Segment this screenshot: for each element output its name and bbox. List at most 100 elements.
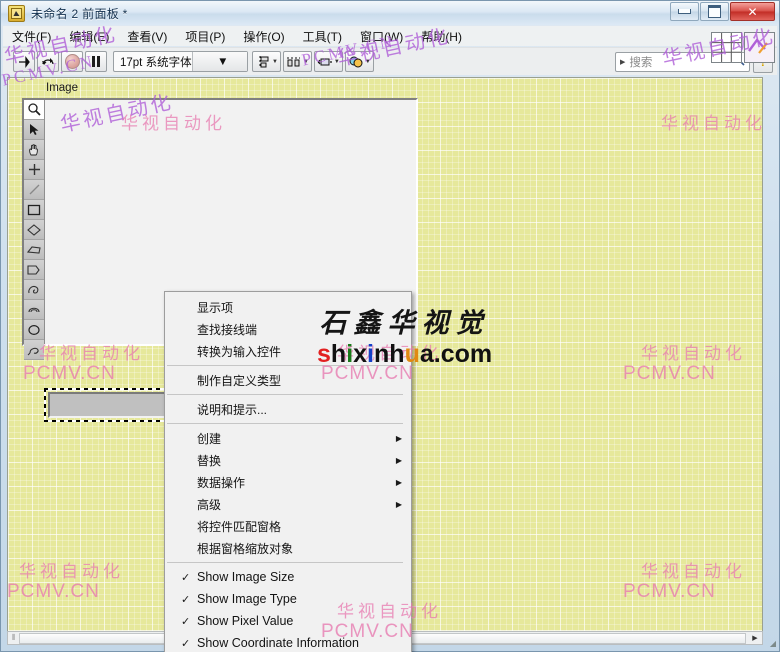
menu-separator [167,394,403,395]
tool-freehand[interactable] [24,280,44,300]
tool-zoom[interactable] [24,100,44,120]
chevron-right-icon[interactable]: ▶ [616,58,629,66]
toolbar: 17pt 系统字体 ▼ ▼ ▼ ▼ ▼ ▶ 搜索 [3,47,777,75]
context-menu[interactable]: 显示项 查找接线端 转换为输入控件 制作自定义类型 说明和提示... 创建 ▶ [164,291,412,652]
resize-grip[interactable]: ◢ [770,639,776,648]
chevron-down-icon[interactable]: ▼ [303,59,309,65]
chevron-down-icon[interactable]: ▼ [191,52,247,71]
menu-separator [167,365,403,366]
menu-item-label: 高级 [197,497,222,512]
scroll-right-button[interactable]: ▶ [748,634,762,642]
menu-item-label: Show Pixel Value [197,614,294,628]
window-controls: ✕ [670,2,775,21]
tool-line[interactable] [24,180,44,200]
menu-item-advanced[interactable]: 高级 ▶ [165,493,411,515]
menu-item-label: 创建 [197,431,222,446]
freehand-icon [28,285,39,294]
menu-item-replace[interactable]: 替换 ▶ [165,449,411,471]
check-icon: ✓ [181,615,191,628]
distribute-objects-button[interactable]: ▼ [282,51,312,72]
tool-point[interactable] [24,160,44,180]
submenu-arrow-icon: ▶ [395,477,402,487]
menu-item-make-typedef[interactable]: 制作自定义类型 [165,369,411,391]
menu-item-show-items[interactable]: 显示项 [165,296,411,318]
chevron-down-icon[interactable]: ▼ [272,59,278,65]
font-selector[interactable]: 17pt 系统字体 ▼ [113,51,248,72]
menu-item-create[interactable]: 创建 ▶ [165,427,411,449]
menu-item-change-to-control[interactable]: 转换为输入控件 [165,340,411,362]
title-bar: 未命名 2 前面板 * ✕ [1,1,779,25]
abort-execution-icon [64,54,80,69]
menu-edit[interactable]: 编辑(E) [60,26,118,47]
menu-item-fit-control-to-pane[interactable]: 将控件匹配窗格 [165,515,411,537]
submenu-arrow-icon: ▶ [395,433,402,443]
tool-oval[interactable] [24,320,44,340]
close-button[interactable]: ✕ [730,2,775,21]
scrollbar-grip[interactable]: ⦀ [8,633,17,643]
line-icon [29,184,39,195]
rotated-rectangle-icon [27,347,39,355]
tool-pan[interactable] [24,140,44,160]
menu-view[interactable]: 查看(V) [118,26,176,47]
menu-item-show-pixel-value[interactable]: ✓ Show Pixel Value [165,610,411,632]
tool-diamond[interactable] [24,220,44,240]
tool-select[interactable] [24,120,44,140]
menu-item-label: 转换为输入控件 [197,344,282,359]
tool-broken-line[interactable] [24,260,44,280]
crosshair-icon [28,164,40,175]
labview-front-panel-window: 未命名 2 前面板 * ✕ 文件(F) 编辑(E) 查看(V) 项目(P) 操作… [0,0,780,652]
menu-item-label: 制作自定义类型 [197,373,282,388]
run-continuously-button[interactable] [37,51,59,72]
align-objects-button[interactable]: ▼ [252,51,281,72]
chevron-down-icon[interactable]: ▼ [334,59,340,65]
run-continuous-icon [42,57,54,65]
run-button[interactable] [13,51,35,72]
menu-item-show-coordinate-information[interactable]: ✓ Show Coordinate Information [165,632,411,652]
tool-polygon[interactable] [24,240,44,260]
menu-help[interactable]: 帮助(H) [412,26,471,47]
tool-rectangle[interactable] [24,200,44,220]
menu-item-label: 显示项 [197,300,234,315]
resize-objects-icon [317,58,332,65]
font-value: 17pt 系统字体 [120,56,192,69]
menu-bar: 文件(F) 编辑(E) 查看(V) 项目(P) 操作(O) 工具(T) 窗口(W… [3,26,777,46]
run-arrow-icon [19,55,30,68]
front-panel-grid-icon[interactable] [711,32,742,63]
chevron-down-icon[interactable]: ▼ [365,59,371,65]
arrow-cursor-icon [29,124,38,135]
hand-icon [29,143,38,155]
maximize-button[interactable] [700,2,729,21]
submenu-arrow-icon: ▶ [395,499,402,509]
tool-rotated-rect[interactable] [24,340,44,360]
menu-file[interactable]: 文件(F) [3,26,60,47]
menu-item-find-terminal[interactable]: 查找接线端 [165,318,411,340]
menu-item-show-image-size[interactable]: ✓ Show Image Size [165,566,411,588]
menu-separator [167,423,403,424]
pause-icon [92,56,100,67]
rectangle-icon [27,204,41,215]
abort-execution-button[interactable] [61,51,83,72]
reorder-objects-icon [349,56,363,67]
menu-tools[interactable]: 工具(T) [294,26,351,47]
menu-item-show-image-type[interactable]: ✓ Show Image Type [165,588,411,610]
resize-objects-button[interactable]: ▼ [313,51,343,72]
menu-item-data-operations[interactable]: 数据操作 ▶ [165,471,411,493]
polygon-icon [27,245,41,254]
connector-pane-icon[interactable]: 2 [744,32,775,63]
reorder-objects-button[interactable]: ▼ [344,51,374,72]
minimize-button[interactable] [670,2,699,21]
check-icon: ✓ [181,571,191,584]
pause-button[interactable] [85,51,107,72]
menu-item-label: 将控件匹配窗格 [197,519,282,534]
distribute-objects-icon [286,57,300,66]
menu-item-label: Show Image Size [197,570,295,584]
menu-project[interactable]: 项目(P) [176,26,234,47]
menu-operate[interactable]: 操作(O) [234,26,293,47]
menu-item-description-and-tip[interactable]: 说明和提示... [165,398,411,420]
window-title: 未命名 2 前面板 * [31,6,128,21]
annulus-icon [28,307,40,312]
menu-item-scale-object-with-pane[interactable]: 根据窗格缩放对象 [165,537,411,559]
menu-window[interactable]: 窗口(W) [351,26,412,47]
tool-annulus[interactable] [24,300,44,320]
submenu-arrow-icon: ▶ [395,455,402,465]
